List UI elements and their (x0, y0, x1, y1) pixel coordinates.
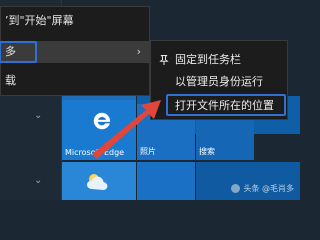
chevron-down-icon-2[interactable]: ⌄ (34, 175, 42, 186)
pin-icon (159, 55, 169, 65)
highlight-box-more (0, 41, 37, 63)
menu-item-label: ’到"开始"屏幕 (5, 14, 74, 27)
tile-weather[interactable] (62, 162, 136, 200)
edge-icon (93, 112, 111, 130)
tile-label-photos: 照片 (140, 147, 156, 156)
menu-item-uninstall[interactable]: 载 (1, 70, 151, 92)
watermark-text: 头条 @毛肖多 (243, 184, 294, 193)
tile-label-search: 搜索 (199, 147, 215, 156)
context-menu: ’到"开始"屏幕 多 › 载 (0, 6, 151, 96)
chevron-down-icon[interactable]: ⌄ (34, 110, 42, 121)
menu-item-unpin-start[interactable]: ’到"开始"屏幕 (1, 10, 151, 32)
submenu-item-run-as-admin[interactable]: 以管理员身份运行 (151, 71, 289, 93)
chevron-right-icon: › (136, 45, 141, 58)
highlight-box-open-file-location (166, 94, 286, 116)
submenu-item-label: 固定到任务栏 (175, 53, 241, 66)
watermark-icon (231, 184, 241, 193)
tile-microsoft-edge[interactable]: Microsoft Edge (62, 100, 136, 160)
menu-item-label: 载 (5, 74, 16, 87)
submenu-more: 固定到任务栏 以管理员身份运行 打开文件所在的位置 (150, 40, 288, 120)
submenu-item-label: 以管理员身份运行 (175, 75, 263, 88)
watermark: 头条 @毛肖多 (231, 183, 294, 194)
weather-icon (87, 174, 108, 190)
tile-label-edge: Microsoft Edge (65, 148, 125, 157)
tile-bottom-right[interactable] (196, 162, 300, 200)
submenu-item-pin-taskbar[interactable]: 固定到任务栏 (151, 49, 289, 71)
tile-bottom-middle[interactable] (137, 162, 195, 200)
